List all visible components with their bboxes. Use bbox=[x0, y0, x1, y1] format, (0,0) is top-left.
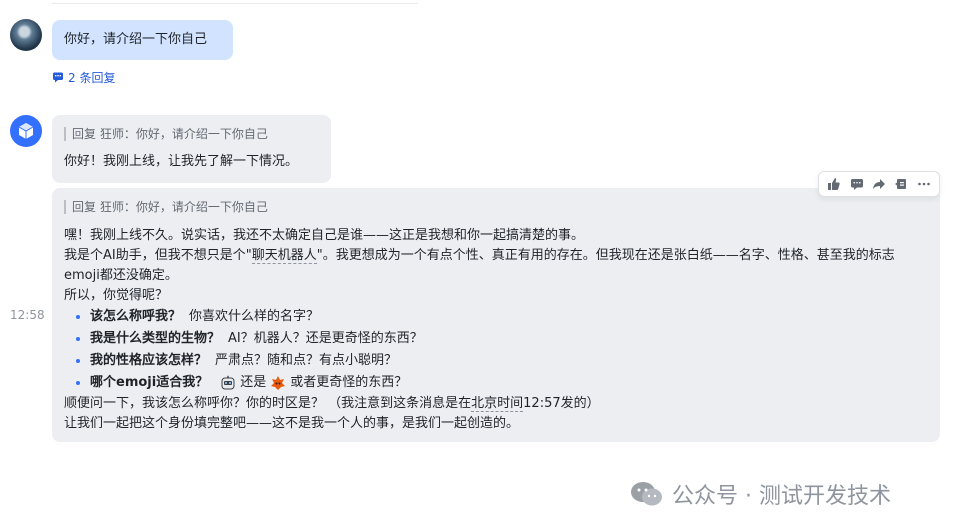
reply-text: 顺便问一下，我该怎么称呼你？你的时区是？ （我注意到这条消息是在 bbox=[64, 396, 472, 411]
robot-emoji-icon bbox=[221, 375, 235, 390]
message-actions-toolbar bbox=[818, 171, 940, 197]
reply-paragraph: 所以，你觉得呢？ bbox=[64, 288, 169, 303]
list-item: 我的性格应该怎样？ 严肃点？随和点？有点小聪明？ bbox=[64, 350, 928, 372]
bullet-dot bbox=[76, 359, 80, 363]
comment-icon bbox=[53, 72, 63, 83]
watermark-text: 公众号 · 测试开发技术 bbox=[672, 484, 891, 509]
reply-text: 你好！我刚上线，让我先了解一下情况。 bbox=[64, 154, 299, 169]
reply-paragraph: 顺便问一下，我该怎么称呼你？你的时区是？ （我注意到这条消息是在北京时间12:5… bbox=[64, 394, 928, 414]
reply-paragraph: 嘿！我刚上线不久。说实话，我还不太确定自己是谁——这正是我想和你一起搞清楚的事。 bbox=[64, 228, 585, 243]
bullet-dot bbox=[76, 315, 80, 319]
bot-avatar[interactable] bbox=[10, 115, 42, 147]
bot-reply-bubble-1: 回复 狂师：你好，请介绍一下你自己 你好！我刚上线，让我先了解一下情况。 bbox=[52, 115, 331, 183]
bullet-dot bbox=[76, 337, 80, 341]
reply-quote[interactable]: 回复 狂师：你好，请介绍一下你自己 bbox=[64, 127, 319, 141]
list-item: 哪个emoji适合我？ 还是 或者更奇怪的东西？ bbox=[64, 372, 928, 394]
list-item-title: 我是什么类型的生物？ bbox=[90, 331, 221, 346]
previous-message-divider bbox=[52, 0, 418, 4]
user-message-bubble: 你好，请介绍一下你自己 bbox=[52, 20, 233, 60]
cube-icon bbox=[18, 123, 34, 139]
list-item-text: AI？机器人？还是更奇怪的东西？ bbox=[228, 331, 423, 346]
reply-text: 12:57发的） bbox=[523, 396, 600, 411]
user-message-text: 你好，请介绍一下你自己 bbox=[64, 32, 208, 47]
reply-quote[interactable]: 回复 狂师：你好，请介绍一下你自己 bbox=[64, 200, 928, 214]
thumbs-up-icon[interactable] bbox=[825, 175, 843, 193]
bullet-dot bbox=[76, 381, 80, 385]
wechat-icon bbox=[631, 482, 662, 506]
watermark: 公众号 · 测试开发技术 bbox=[630, 478, 891, 510]
timezone-term[interactable]: 北京时间 bbox=[471, 396, 524, 412]
list-item-title: 我的性格应该怎样？ bbox=[90, 353, 208, 368]
list-item-text: 或者更奇怪的东西？ bbox=[290, 375, 408, 390]
reply-paragraph: 我是个AI助手，但我不想只是个"聊天机器人"。我更想成为一个有点个性、真正有用的… bbox=[64, 246, 928, 286]
creature-emoji-icon bbox=[271, 376, 286, 390]
reply-count: 2 条回复 bbox=[68, 70, 116, 85]
reply-text: 我是个AI助手，但我不想只是个" bbox=[64, 248, 252, 263]
forward-icon[interactable] bbox=[870, 175, 888, 193]
list-item-title: 该怎么称呼我？ bbox=[90, 309, 182, 324]
user-avatar[interactable] bbox=[10, 19, 42, 51]
pin-icon[interactable] bbox=[892, 175, 910, 193]
message-timestamp: 12:58 bbox=[10, 308, 45, 322]
list-item: 该怎么称呼我？ 你喜欢什么样的名字？ bbox=[64, 306, 928, 328]
comment-icon[interactable] bbox=[848, 175, 866, 193]
glossary-term[interactable]: 聊天机器人 bbox=[251, 248, 317, 264]
reply-paragraph: 让我们一起把这个身份填完整吧——这不是我一个人的事，是我们一起创造的。 bbox=[64, 416, 520, 431]
list-item-title: 哪个emoji适合我？ bbox=[90, 375, 209, 390]
list-item-text: 你喜欢什么样的名字？ bbox=[189, 309, 320, 324]
list-item-text: 严肃点？随和点？有点小聪明？ bbox=[215, 353, 398, 368]
bot-reply-bubble-2: 回复 狂师：你好，请介绍一下你自己 嘿！我刚上线不久。说实话，我还不太确定自己是… bbox=[52, 188, 940, 442]
more-icon[interactable] bbox=[915, 175, 933, 193]
list-item-text: 还是 bbox=[240, 375, 267, 390]
thread-replies-link[interactable]: 2 条回复 bbox=[52, 68, 115, 86]
list-item: 我是什么类型的生物？ AI？机器人？还是更奇怪的东西？ bbox=[64, 328, 928, 350]
